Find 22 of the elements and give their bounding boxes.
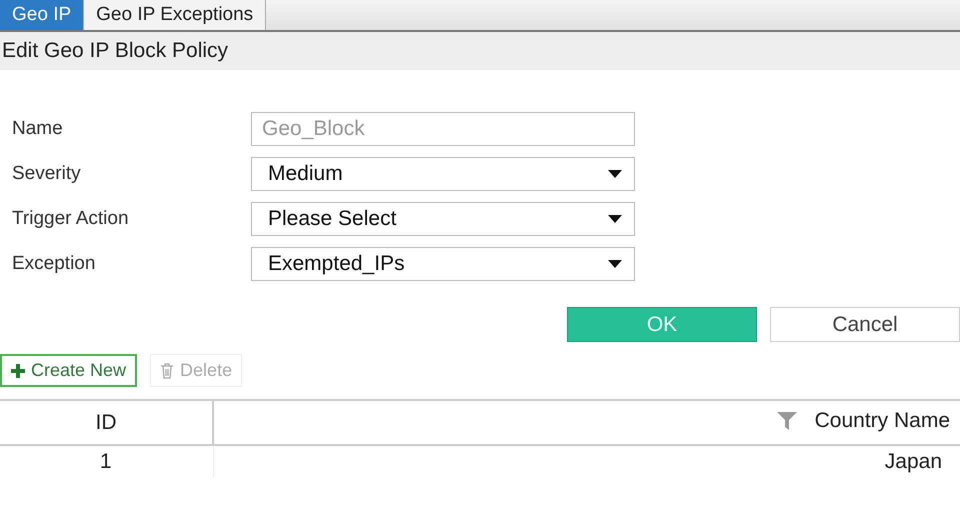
- select-field[interactable]: Medium: [251, 157, 635, 191]
- create-button[interactable]: Create New: [0, 354, 138, 387]
- field-label: Severity: [11, 163, 82, 185]
- field-label: Name: [11, 118, 64, 140]
- trash-icon: [160, 362, 174, 378]
- filter-icon: [776, 412, 797, 430]
- dialog-title: Edit Geo IP Block Policy: [2, 39, 228, 63]
- caret-icon: [608, 170, 622, 178]
- select-field[interactable]: Exempted_IPs: [251, 247, 635, 281]
- table-cell: Japan: [213, 445, 960, 478]
- tab[interactable]: Geo IP: [0, 0, 84, 30]
- cancel-button[interactable]: Cancel: [770, 307, 960, 342]
- field-label: Exception: [11, 253, 96, 275]
- caret-icon: [608, 215, 622, 223]
- column-header[interactable]: ID: [0, 400, 213, 445]
- select-field[interactable]: Please Select: [251, 202, 635, 236]
- caret-icon: [608, 260, 622, 268]
- field-label: Trigger Action: [11, 208, 130, 230]
- column-header[interactable]: Country Name: [213, 400, 960, 445]
- table-cell: 1: [0, 445, 213, 478]
- tab[interactable]: Geo IP Exceptions: [84, 0, 266, 30]
- plus-icon: [11, 362, 25, 378]
